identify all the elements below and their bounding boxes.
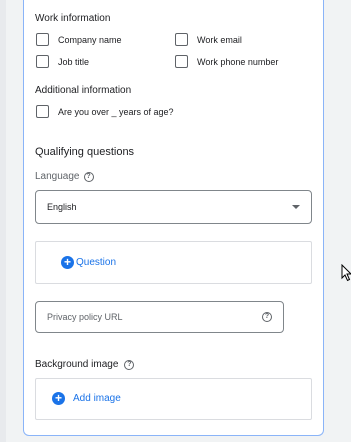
privacy-policy-url-input[interactable]: Privacy policy URL ? <box>35 301 284 333</box>
checkbox-company-name[interactable]: Company name <box>36 33 122 46</box>
add-question-label: Question <box>76 257 117 268</box>
privacy-policy-placeholder: Privacy policy URL <box>47 312 123 322</box>
help-circle-icon[interactable]: ? <box>262 312 272 322</box>
work-info-heading: Work information <box>35 13 111 24</box>
language-select-value: English <box>47 202 77 212</box>
language-label: Language <box>35 171 80 182</box>
background-image-heading-row: Background image ? <box>35 359 135 370</box>
checkbox-age-question[interactable]: Are you over _ years of age? <box>36 105 174 118</box>
checkbox-label: Work email <box>197 34 242 45</box>
help-circle-icon[interactable]: ? <box>83 171 94 182</box>
background-image-heading: Background image <box>35 359 119 370</box>
add-image-button[interactable]: + Add image <box>52 392 121 405</box>
checkbox-label: Work phone number <box>197 56 279 67</box>
add-question-button[interactable]: + Question <box>61 256 116 269</box>
checkbox-label: Job title <box>58 56 90 67</box>
add-circle-icon: + <box>61 256 74 269</box>
checkbox-work-phone[interactable]: Work phone number <box>175 55 278 68</box>
language-label-row: Language ? <box>35 171 94 182</box>
checkbox-box[interactable] <box>175 33 188 46</box>
checkbox-label: Are you over _ years of age? <box>58 106 174 117</box>
left-scroll-strip <box>0 0 6 442</box>
checkbox-job-title[interactable]: Job title <box>36 55 89 68</box>
caret-down-icon <box>292 205 300 209</box>
qualifying-questions-heading: Qualifying questions <box>35 146 135 158</box>
checkbox-box[interactable] <box>175 55 188 68</box>
checkbox-label: Company name <box>58 34 122 45</box>
mouse-pointer-icon <box>341 264 351 282</box>
checkbox-box[interactable] <box>36 105 49 118</box>
checkbox-work-email[interactable]: Work email <box>175 33 242 46</box>
help-circle-icon[interactable]: ? <box>124 359 135 370</box>
additional-info-heading: Additional information <box>35 85 132 96</box>
add-image-label: Add image <box>73 393 121 404</box>
checkbox-box[interactable] <box>36 33 49 46</box>
checkbox-box[interactable] <box>36 55 49 68</box>
language-select[interactable]: English <box>35 190 312 224</box>
add-circle-icon: + <box>52 392 65 405</box>
